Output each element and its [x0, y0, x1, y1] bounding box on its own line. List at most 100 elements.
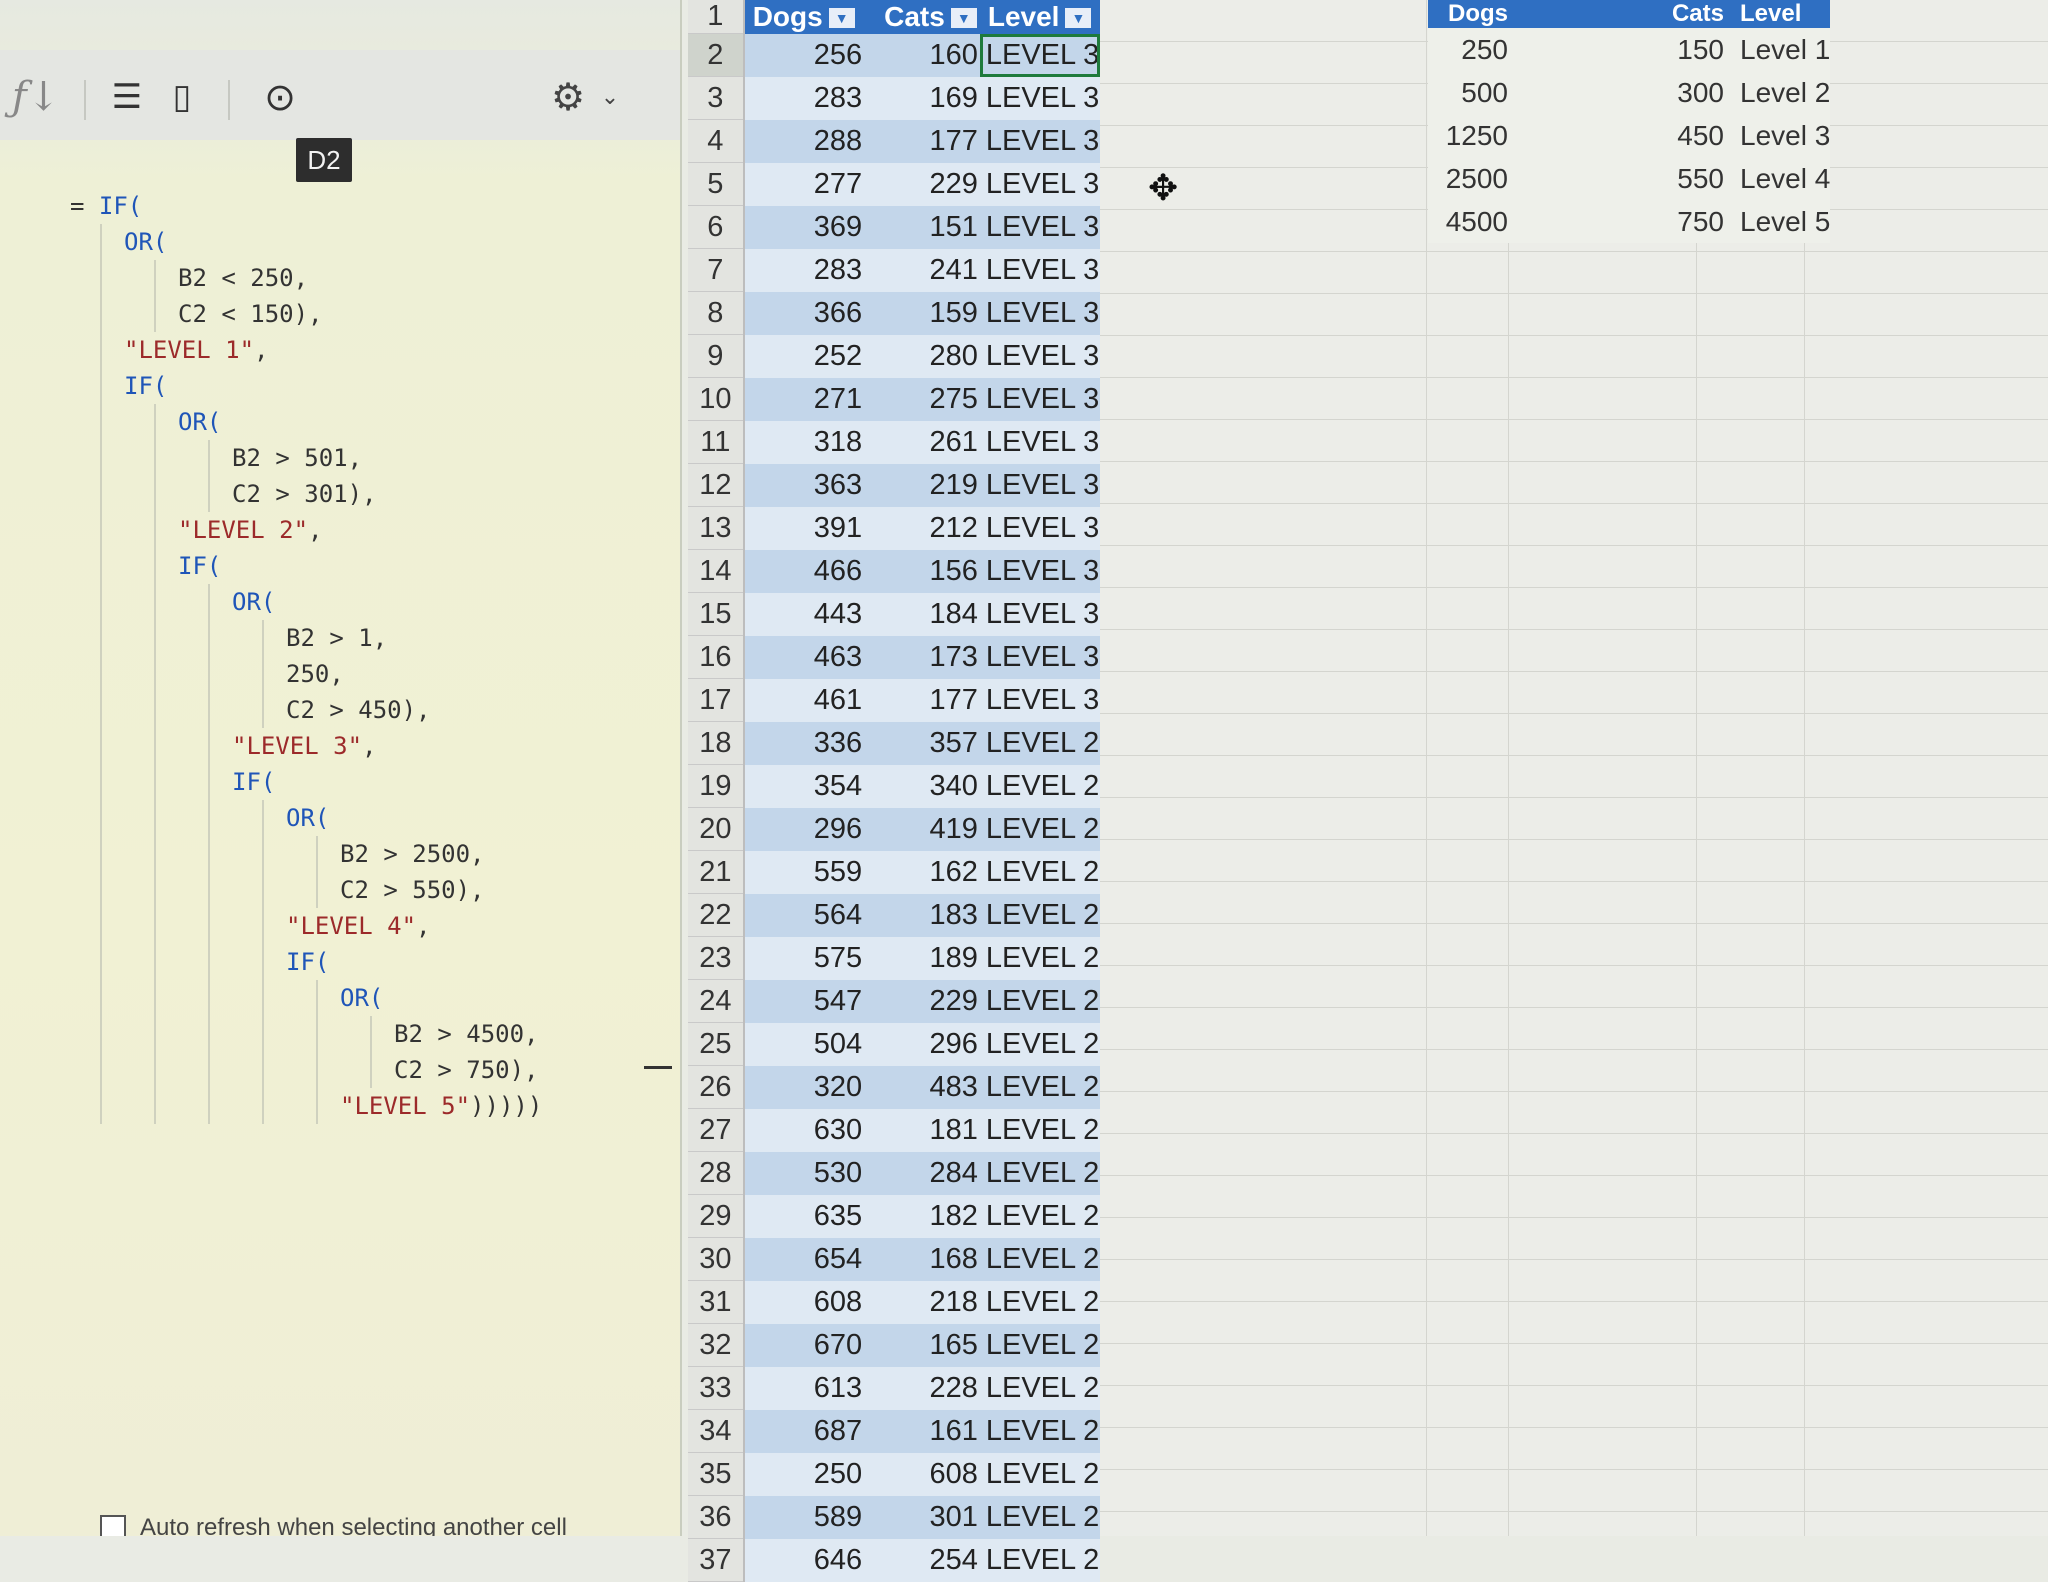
row-number[interactable]: 23 [688, 936, 745, 980]
lookup-cell-dogs[interactable]: 1250 [1428, 114, 1514, 157]
cell-cats[interactable]: 168 [876, 1237, 980, 1281]
cell-level[interactable]: LEVEL 2 [979, 721, 1100, 765]
filter-dropdown-icon[interactable]: ▼ [828, 8, 855, 29]
cell-level[interactable]: LEVEL 2 [979, 850, 1100, 894]
row-number[interactable]: 31 [688, 1280, 745, 1324]
lookup-cell-dogs[interactable]: 250 [1428, 28, 1514, 71]
cell-cats[interactable]: 184 [876, 592, 980, 636]
row-number[interactable]: 30 [688, 1237, 745, 1281]
row-number[interactable]: 15 [688, 592, 745, 636]
row-number[interactable]: 4 [688, 119, 745, 163]
cell-level[interactable]: LEVEL 3 [979, 549, 1100, 593]
cell-level[interactable]: LEVEL 2 [979, 893, 1100, 937]
cell-dogs[interactable]: 369 [743, 205, 877, 249]
cell-level[interactable]: LEVEL 2 [979, 1366, 1100, 1410]
row-number[interactable]: 34 [688, 1409, 745, 1453]
cell-level[interactable]: LEVEL 3 [979, 76, 1100, 120]
cell-dogs[interactable]: 443 [743, 592, 877, 636]
cell-level[interactable]: LEVEL 2 [979, 1452, 1100, 1496]
row-number[interactable]: 25 [688, 1022, 745, 1066]
row-number[interactable]: 8 [688, 291, 745, 335]
cell-cats[interactable]: 177 [876, 119, 980, 163]
cell-cats[interactable]: 296 [876, 1022, 980, 1066]
cell-cats[interactable]: 183 [876, 893, 980, 937]
lookup-cell-level[interactable]: Level 1 [1732, 28, 1831, 71]
lookup-cell-level[interactable]: Level 3 [1732, 114, 1831, 157]
cell-dogs[interactable]: 463 [743, 635, 877, 679]
row-number[interactable]: 27 [688, 1108, 745, 1152]
row-number[interactable]: 21 [688, 850, 745, 894]
cell-dogs[interactable]: 559 [743, 850, 877, 894]
auto-refresh-checkbox[interactable] [100, 1515, 126, 1536]
cell-level[interactable]: LEVEL 3 [979, 334, 1100, 378]
row-number[interactable]: 3 [688, 76, 745, 120]
cell-dogs[interactable]: 646 [743, 1538, 877, 1582]
cell-dogs[interactable]: 271 [743, 377, 877, 421]
cell-cats[interactable]: 229 [876, 162, 980, 206]
cell-cats[interactable]: 608 [876, 1452, 980, 1496]
cell-cats[interactable]: 301 [876, 1495, 980, 1539]
row-number[interactable]: 13 [688, 506, 745, 550]
format-icon[interactable]: ☰ [105, 72, 149, 122]
cell-level[interactable]: LEVEL 3 [979, 506, 1100, 550]
cell-dogs[interactable]: 283 [743, 76, 877, 120]
lookup-cell-cats[interactable]: 550 [1514, 157, 1732, 200]
cell-level[interactable]: LEVEL 2 [979, 1409, 1100, 1453]
cell-dogs[interactable]: 288 [743, 119, 877, 163]
cell-cats[interactable]: 357 [876, 721, 980, 765]
cell-level[interactable]: LEVEL 3 [979, 33, 1100, 77]
cell-cats[interactable]: 169 [876, 76, 980, 120]
filter-dropdown-icon[interactable]: ▼ [950, 8, 977, 29]
cell-cats[interactable]: 229 [876, 979, 980, 1023]
row-number[interactable]: 29 [688, 1194, 745, 1238]
lookup-header-cats[interactable]: Cats [1514, 0, 1732, 28]
cell-level[interactable]: LEVEL 2 [979, 1237, 1100, 1281]
column-header-dogs[interactable]: Dogs ▼ [743, 0, 877, 34]
cell-cats[interactable]: 173 [876, 635, 980, 679]
cell-level[interactable]: LEVEL 3 [979, 119, 1100, 163]
cell-dogs[interactable]: 589 [743, 1495, 877, 1539]
cell-level[interactable]: LEVEL 2 [979, 979, 1100, 1023]
row-number[interactable]: 22 [688, 893, 745, 937]
cell-cats[interactable]: 165 [876, 1323, 980, 1367]
cell-dogs[interactable]: 547 [743, 979, 877, 1023]
row-number[interactable]: 12 [688, 463, 745, 507]
cell-cats[interactable]: 219 [876, 463, 980, 507]
cell-dogs[interactable]: 391 [743, 506, 877, 550]
row-number[interactable]: 1 [688, 0, 745, 34]
cell-level[interactable]: LEVEL 2 [979, 1495, 1100, 1539]
cell-level[interactable]: LEVEL 3 [979, 635, 1100, 679]
cell-cats[interactable]: 162 [876, 850, 980, 894]
cell-cats[interactable]: 161 [876, 1409, 980, 1453]
cell-level[interactable]: LEVEL 2 [979, 1108, 1100, 1152]
pane-resize-handle[interactable] [644, 1066, 672, 1069]
row-number[interactable]: 5 [688, 162, 745, 206]
cell-dogs[interactable]: 575 [743, 936, 877, 980]
column-header-cats[interactable]: Cats ▼ [876, 0, 980, 34]
cell-dogs[interactable]: 320 [743, 1065, 877, 1109]
cell-cats[interactable]: 218 [876, 1280, 980, 1324]
cell-level[interactable]: LEVEL 3 [979, 420, 1100, 464]
cell-dogs[interactable]: 336 [743, 721, 877, 765]
cell-cats[interactable]: 483 [876, 1065, 980, 1109]
lookup-header-level[interactable]: Level [1732, 0, 1831, 28]
lookup-cell-level[interactable]: Level 4 [1732, 157, 1831, 200]
cell-dogs[interactable]: 296 [743, 807, 877, 851]
cell-dogs[interactable]: 252 [743, 334, 877, 378]
cell-level[interactable]: LEVEL 3 [979, 377, 1100, 421]
cell-dogs[interactable]: 654 [743, 1237, 877, 1281]
lookup-cell-cats[interactable]: 150 [1514, 28, 1732, 71]
row-number[interactable]: 14 [688, 549, 745, 593]
cell-level[interactable]: LEVEL 3 [979, 205, 1100, 249]
row-number[interactable]: 10 [688, 377, 745, 421]
focus-icon[interactable]: ⊙ [255, 72, 305, 122]
cell-cats[interactable]: 284 [876, 1151, 980, 1195]
cell-dogs[interactable]: 250 [743, 1452, 877, 1496]
lookup-cell-dogs[interactable]: 500 [1428, 71, 1514, 114]
auto-refresh-option[interactable]: Auto refresh when selecting another cell [100, 1514, 567, 1536]
row-number[interactable]: 36 [688, 1495, 745, 1539]
row-number[interactable]: 11 [688, 420, 745, 464]
paste-icon[interactable]: ▯ [160, 72, 204, 122]
row-number[interactable]: 18 [688, 721, 745, 765]
row-number[interactable]: 17 [688, 678, 745, 722]
